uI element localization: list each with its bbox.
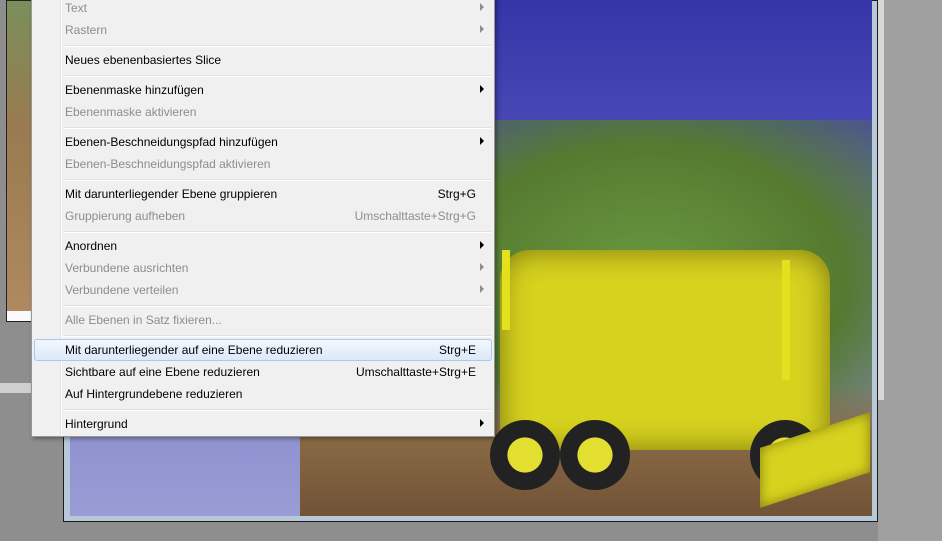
menu-item-shortcut: Umschalttaste+Strg+E [355,365,476,379]
menu-separator [63,231,491,232]
menu-item-flatten-image[interactable]: Auf Hintergrundebene reduzieren [34,383,492,405]
menu-item-merge-down[interactable]: Mit darunterliegender auf eine Ebene red… [34,339,492,361]
menu-separator [63,409,491,410]
menu-item-label: Gruppierung aufheben [65,209,186,223]
menu-item-background[interactable]: Hintergrund [34,413,492,435]
submenu-arrow-icon [480,241,484,249]
submenu-arrow-icon [480,3,484,11]
menu-item-label: Text [65,1,88,15]
menu-item-label: Sichtbare auf eine Ebene reduzieren [65,365,260,379]
photo-grader-machine [490,250,830,490]
photo-wheel [490,420,560,490]
menu-item-enable-layer-mask[interactable]: Ebenenmaske aktivieren [34,101,492,123]
menu-item-label: Ebenenmaske aktivieren [65,105,197,119]
menu-item-label: Mit darunterliegender auf eine Ebene red… [65,343,323,357]
menu-item-shortcut: Strg+G [437,187,476,201]
layer-context-menu: Text Rastern Neues ebenenbasiertes Slice… [31,0,495,437]
workspace-background [878,0,942,541]
menu-item-label: Anordnen [65,239,118,253]
menu-separator [63,179,491,180]
submenu-arrow-icon [480,419,484,427]
menu-separator [63,335,491,336]
menu-item-rastern[interactable]: Rastern [34,19,492,41]
photo-wheel [560,420,630,490]
submenu-arrow-icon [480,25,484,33]
menu-item-distribute-linked[interactable]: Verbundene verteilen [34,279,492,301]
menu-item-label: Auf Hintergrundebene reduzieren [65,387,243,401]
photo-pole [782,260,790,380]
menu-item-group-with-previous[interactable]: Mit darunterliegender Ebene gruppieren S… [34,183,492,205]
menu-item-label: Verbundene verteilen [65,283,179,297]
menu-item-ungroup[interactable]: Gruppierung aufheben Umschalttaste+Strg+… [34,205,492,227]
menu-item-shortcut: Strg+E [438,343,476,357]
menu-item-add-clipping-path[interactable]: Ebenen-Beschneidungspfad hinzufügen [34,131,492,153]
menu-item-text[interactable]: Text [34,0,492,19]
menu-separator [63,75,491,76]
menu-separator [63,305,491,306]
submenu-arrow-icon [480,285,484,293]
menu-item-label: Mit darunterliegender Ebene gruppieren [65,187,278,201]
menu-item-label: Ebenenmaske hinzufügen [65,83,204,97]
menu-item-shortcut: Umschalttaste+Strg+G [354,209,476,223]
menu-item-label: Hintergrund [65,417,128,431]
menu-item-label: Verbundene ausrichten [65,261,189,275]
workspace-edge [878,0,884,400]
menu-item-label: Ebenen-Beschneidungspfad hinzufügen [65,135,278,149]
menu-item-merge-visible[interactable]: Sichtbare auf eine Ebene reduzieren Umsc… [34,361,492,383]
menu-item-label: Ebenen-Beschneidungspfad aktivieren [65,157,271,171]
menu-item-lock-all-layers[interactable]: Alle Ebenen in Satz fixieren... [34,309,492,331]
menu-item-arrange[interactable]: Anordnen [34,235,492,257]
submenu-arrow-icon [480,263,484,271]
menu-item-label: Alle Ebenen in Satz fixieren... [65,313,222,327]
menu-item-add-layer-mask[interactable]: Ebenenmaske hinzufügen [34,79,492,101]
photo-pole [502,250,510,330]
menu-item-align-linked[interactable]: Verbundene ausrichten [34,257,492,279]
submenu-arrow-icon [480,137,484,145]
submenu-arrow-icon [480,85,484,93]
menu-item-new-layer-slice[interactable]: Neues ebenenbasiertes Slice [34,49,492,71]
menu-item-label: Neues ebenenbasiertes Slice [65,53,222,67]
menu-separator [63,127,491,128]
menu-item-enable-clipping-path[interactable]: Ebenen-Beschneidungspfad aktivieren [34,153,492,175]
menu-item-label: Rastern [65,23,108,37]
menu-separator [63,45,491,46]
